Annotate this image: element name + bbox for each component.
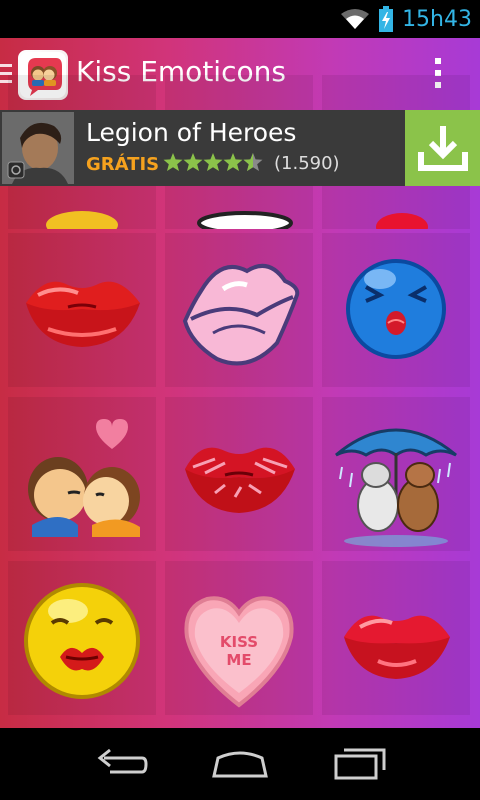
download-icon: [417, 126, 468, 171]
status-icons: 15h43: [340, 0, 472, 38]
battery-icon: [378, 6, 394, 32]
navigation-bar: [0, 728, 480, 800]
candy-heart-text: ME: [226, 651, 251, 669]
emoticon-kiss-me-candy-heart[interactable]: KISS ME: [165, 561, 313, 715]
recent-apps-button[interactable]: [330, 746, 390, 782]
emoticon-lipstick-kiss-print[interactable]: [165, 397, 313, 551]
ad-rating-stars: [163, 152, 265, 174]
download-button[interactable]: [405, 110, 480, 186]
ad-game-thumbnail[interactable]: [2, 112, 74, 184]
status-time: 15h43: [402, 6, 472, 32]
emoticon-pink-cartoon-lips[interactable]: [165, 233, 313, 387]
emoticon-kissing-couple[interactable]: [8, 397, 156, 551]
candy-heart-text: KISS: [220, 633, 258, 651]
emoticon-red-lips-kiss[interactable]: [8, 233, 156, 387]
ad-rating-count: (1.590): [274, 153, 340, 174]
ad-cta[interactable]: GRÁTIS: [86, 154, 159, 175]
ad-title[interactable]: Legion of Heroes: [86, 118, 296, 147]
back-icon: [97, 748, 148, 774]
ad-banner[interactable]: Legion of Heroes GRÁTIS (1.590): [0, 110, 480, 186]
emoticon-yellow-kissing-smiley[interactable]: [8, 561, 156, 715]
emoticon-bunnies-under-umbrella[interactable]: [322, 397, 470, 551]
emoticon-red-pouty-lips[interactable]: [322, 561, 470, 715]
app-content: Kiss Emoticons KISS ME Legion of Heroes …: [0, 38, 480, 728]
wifi-icon: [340, 8, 370, 30]
home-icon: [212, 751, 268, 778]
emoticon-blue-kissing-smiley[interactable]: [322, 233, 470, 387]
status-bar: 15h43: [0, 0, 480, 38]
back-button[interactable]: [90, 746, 150, 782]
home-button[interactable]: [210, 746, 270, 782]
recent-apps-icon: [334, 748, 386, 780]
